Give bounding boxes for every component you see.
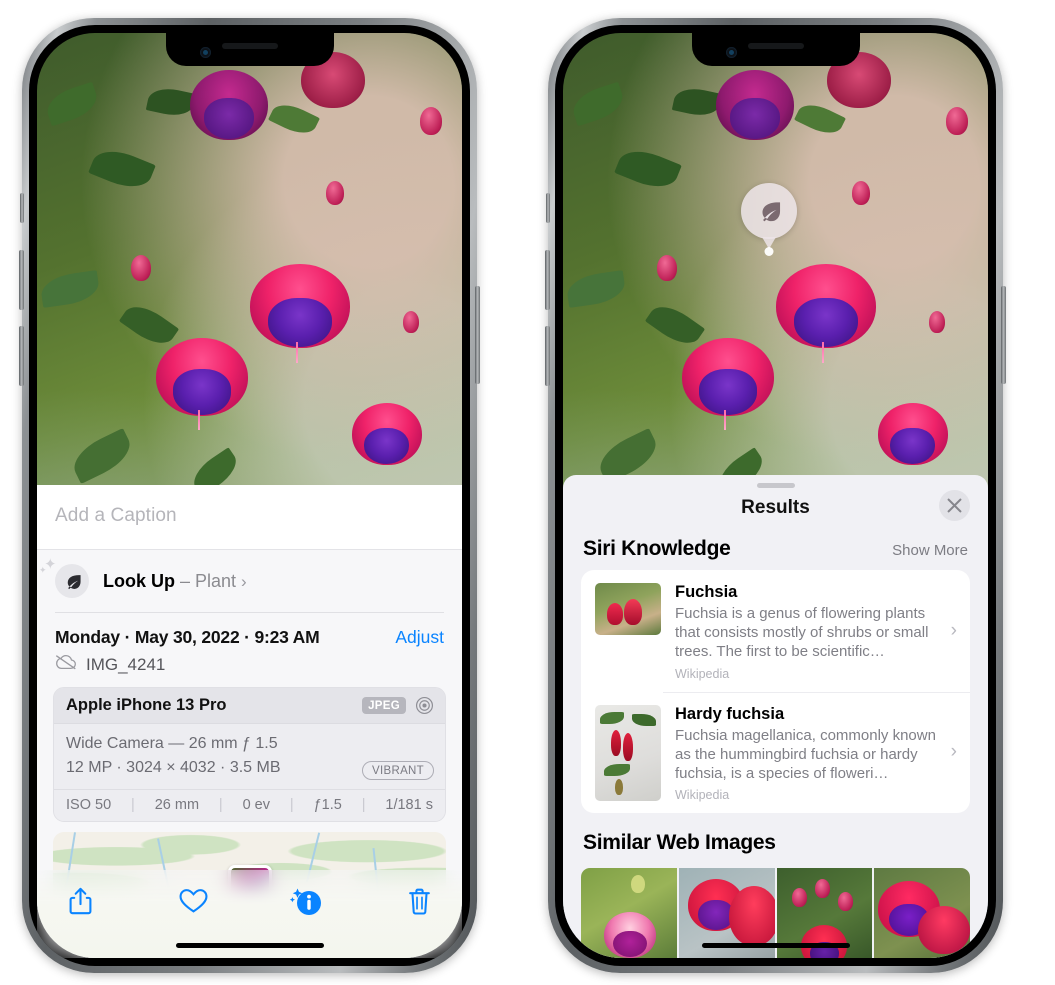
phone-right-screen: Results Siri Knowledge Show More Fuchsia… xyxy=(563,33,988,958)
leaf-icon xyxy=(762,202,781,222)
trash-icon[interactable] xyxy=(402,884,436,918)
home-indicator[interactable] xyxy=(175,943,324,948)
mute-switch[interactable] xyxy=(546,193,550,223)
heart-icon[interactable] xyxy=(176,884,210,918)
front-camera xyxy=(199,47,211,58)
result-title: Fuchsia xyxy=(675,583,738,601)
exif-separator-3: | xyxy=(289,797,294,813)
siri-knowledge-card: Fuchsia Fuchsia is a genus of flowering … xyxy=(581,570,970,814)
result-title: Hardy fuchsia xyxy=(675,704,785,723)
visual-lookup-badge[interactable] xyxy=(741,183,797,256)
result-description: Fuchsia is a genus of flowering plants t… xyxy=(675,605,929,661)
result-source: Wikipedia xyxy=(675,666,730,681)
result-body: Hardy fuchsia Fuchsia magellanica, commo… xyxy=(675,705,958,803)
sheet-title: Results xyxy=(741,497,810,518)
chevron-right-icon: › xyxy=(950,741,957,763)
volume-down-button[interactable] xyxy=(545,326,550,386)
notch xyxy=(691,33,860,66)
home-indicator[interactable] xyxy=(701,943,850,948)
exif-separator-4: | xyxy=(361,797,366,813)
exif-row: ISO 50 | 26 mm | 0 ev | ƒ1.5 | 1/181 s xyxy=(54,789,445,821)
power-button[interactable] xyxy=(1001,286,1006,384)
share-icon[interactable] xyxy=(63,884,97,918)
mute-switch[interactable] xyxy=(20,193,24,223)
format-badge: JPEG xyxy=(362,697,406,714)
filename-row: IMG_4241 xyxy=(37,652,462,687)
info-sparkle-icon[interactable] xyxy=(289,884,323,918)
section-title: Similar Web Images xyxy=(583,831,776,855)
sparkle-icon: ✦ ✦ xyxy=(39,556,57,575)
notch xyxy=(165,33,334,66)
chevron-right-icon: › xyxy=(241,571,247,591)
list-item[interactable]: Fuchsia Fuchsia is a genus of flowering … xyxy=(581,570,970,692)
date-row: Monday · May 30, 2022 · 9:23 AM Adjust xyxy=(37,613,462,652)
result-thumbnail xyxy=(595,704,661,801)
caption-placeholder: Add a Caption xyxy=(55,505,177,526)
exif-separator-1: | xyxy=(131,797,135,813)
web-image-thumbnail[interactable] xyxy=(581,868,677,958)
results-sheet: Results Siri Knowledge Show More Fuchsia… xyxy=(563,475,988,958)
screenshot-stage: Add a Caption ✦ ✦ Look Up – Plant › Mond… xyxy=(0,0,1055,985)
result-description: Fuchsia magellanica, commonly known as t… xyxy=(675,726,936,782)
front-camera xyxy=(725,47,737,58)
exif-separator-2: | xyxy=(218,797,223,813)
metadata-header: Apple iPhone 13 Pro JPEG xyxy=(54,688,445,724)
exif-focal: 26 mm xyxy=(154,797,200,813)
look-up-dash: – xyxy=(180,570,191,591)
badge-anchor-dot xyxy=(764,247,774,256)
chevron-right-icon: › xyxy=(950,619,957,641)
metadata-body: Wide Camera — 26 mm ƒ 1.5 12 MP · 3024 ×… xyxy=(54,724,445,789)
photo-date: Monday · May 30, 2022 · 9:23 AM xyxy=(55,627,320,647)
aperture-icon xyxy=(415,696,434,715)
metadata-card[interactable]: Apple iPhone 13 Pro JPEG Wide Camera — 2… xyxy=(53,687,446,822)
phone-right-bezel: Results Siri Knowledge Show More Fuchsia… xyxy=(555,25,996,966)
web-image-thumbnail[interactable] xyxy=(874,868,970,958)
sheet-header: Results xyxy=(563,488,988,531)
earpiece-speaker xyxy=(221,43,278,49)
volume-up-button[interactable] xyxy=(19,250,24,310)
earpiece-speaker xyxy=(747,43,804,49)
result-source: Wikipedia xyxy=(675,788,730,803)
power-button[interactable] xyxy=(475,286,480,384)
caption-field[interactable]: Add a Caption xyxy=(37,485,462,550)
phone-left: Add a Caption ✦ ✦ Look Up – Plant › Mond… xyxy=(19,18,480,973)
look-up-text: Look Up – Plant › xyxy=(103,571,247,592)
exif-shutter: 1/181 s xyxy=(385,797,433,813)
leaf-icon: ✦ ✦ xyxy=(39,557,89,598)
lens-info: Wide Camera — 26 mm ƒ 1.5 xyxy=(66,735,278,752)
adjust-button[interactable]: Adjust xyxy=(395,627,444,648)
exif-iso: ISO 50 xyxy=(66,797,112,813)
section-title: Siri Knowledge xyxy=(583,537,731,560)
section-header-siri-knowledge: Siri Knowledge Show More xyxy=(563,531,988,570)
look-up-subject: Plant xyxy=(195,570,237,591)
result-thumbnail xyxy=(595,583,661,635)
exif-aperture: ƒ1.5 xyxy=(313,797,342,813)
camera-device: Apple iPhone 13 Pro xyxy=(66,696,227,714)
phone-right: Results Siri Knowledge Show More Fuchsia… xyxy=(545,18,1006,973)
section-header-similar-web-images: Similar Web Images xyxy=(563,813,988,864)
photographic-style-badge: VIBRANT xyxy=(362,761,434,780)
volume-down-button[interactable] xyxy=(19,326,24,386)
cloud-slash-icon xyxy=(55,654,77,675)
show-more-button[interactable]: Show More xyxy=(892,542,968,559)
look-up-label: Look Up xyxy=(103,570,175,591)
phone-left-bezel: Add a Caption ✦ ✦ Look Up – Plant › Mond… xyxy=(29,25,470,966)
exif-ev: 0 ev xyxy=(242,797,271,813)
volume-up-button[interactable] xyxy=(545,250,550,310)
result-body: Fuchsia Fuchsia is a genus of flowering … xyxy=(675,583,958,681)
phone-left-screen: Add a Caption ✦ ✦ Look Up – Plant › Mond… xyxy=(37,33,462,958)
look-up-row[interactable]: ✦ ✦ Look Up – Plant › xyxy=(37,550,462,613)
close-icon[interactable] xyxy=(939,490,970,521)
photo-filename: IMG_4241 xyxy=(86,654,166,674)
list-item[interactable]: Hardy fuchsia Fuchsia magellanica, commo… xyxy=(581,691,970,814)
